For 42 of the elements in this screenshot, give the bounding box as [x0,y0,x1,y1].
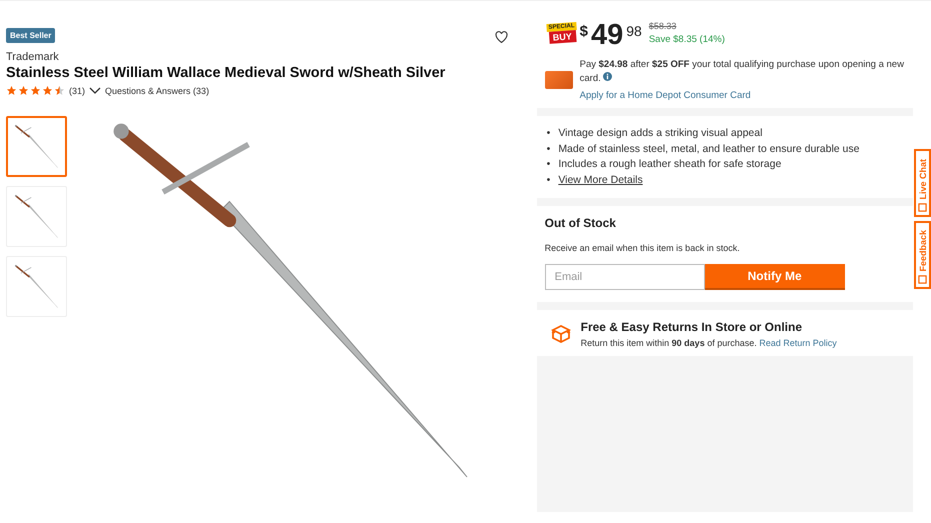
bullet-mark: • [546,126,550,142]
star-icon [18,85,29,96]
bullet-mark: • [546,142,550,157]
chat-icon [918,203,927,212]
best-seller-badge: Best Seller [6,28,56,43]
credit-card-image [544,71,573,90]
card-offer-text: Pay $24.98 after $25 OFF your total qualifying purchase upon opening a new card. [580,58,905,86]
view-details-link[interactable]: View More Details [558,172,643,188]
review-count[interactable]: (31) [69,86,86,96]
brand-name: Trademark [6,51,60,63]
price-cents: 98 [626,23,642,39]
star-icon [42,85,53,96]
returns-heading: Free & Easy Returns In Store or Online [580,320,804,334]
star-icon [54,85,65,96]
chevron-down-icon[interactable] [89,86,102,94]
notify-button[interactable]: Notify Me [704,264,845,290]
product-thumbnail[interactable] [6,116,67,177]
bullet-mark: • [546,157,550,172]
star-icon [6,85,17,96]
savings-text: Save $8.35 (14%) [648,34,725,45]
questions-answers-link[interactable]: Questions & Answers (33) [105,86,210,96]
bullet-mark: • [546,172,550,188]
feature-bullet: Includes a rough leather sheath for safe storage [558,157,782,172]
side-tab[interactable]: Live Chat [914,149,931,217]
returns-text: Return this item within 90 days of purchase. Read Return Policy [580,338,837,348]
note-icon [918,275,927,284]
currency-symbol: $ [580,23,588,40]
original-price: $58.33 [648,21,678,31]
return-policy-link[interactable]: Read Return Policy [759,338,837,348]
price-dollars: 49 [590,21,624,50]
stock-status-heading: Out of Stock [544,216,617,230]
apply-card-link[interactable]: Apply for a Home Depot Consumer Card [580,88,905,102]
heart-icon[interactable] [494,31,508,43]
feature-bullet: Vintage design adds a striking visual appeal [558,126,762,142]
stock-message: Receive an email when this item is back in stock. [544,243,741,254]
product-title: Stainless Steel William Wallace Medieval Sword w/Sheath Silver [6,65,446,81]
star-icon [30,85,41,96]
feature-bullet: Made of stainless steel, metal, and leather to ensure durable use [558,142,860,157]
side-tab[interactable]: Feedback [914,221,931,289]
email-field[interactable]: Email [544,264,705,290]
box-icon [550,325,571,344]
info-icon[interactable] [603,72,612,81]
